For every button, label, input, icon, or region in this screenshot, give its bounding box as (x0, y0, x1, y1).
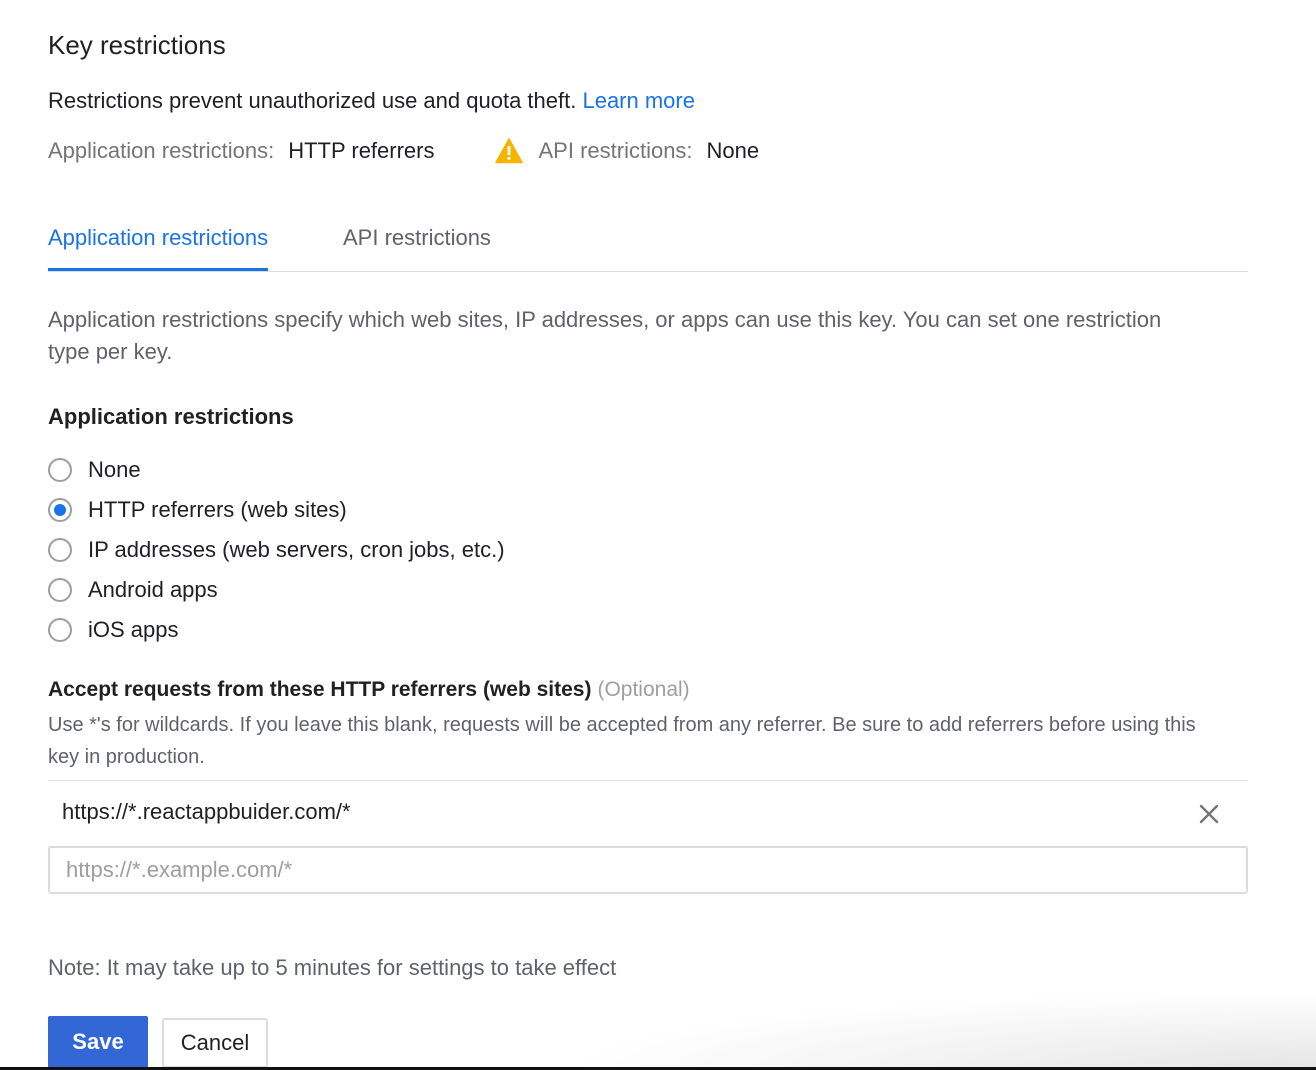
intro-description: Restrictions prevent unauthorized use an… (48, 88, 577, 113)
cancel-button[interactable]: Cancel (162, 1018, 268, 1068)
radio-label: iOS apps (88, 617, 179, 642)
referrers-heading: Accept requests from these HTTP referrer… (48, 678, 690, 702)
radio-button[interactable] (48, 458, 72, 482)
tab-api-restrictions[interactable]: API restrictions (343, 222, 491, 268)
radio-label: None (88, 457, 141, 482)
learn-more-link[interactable]: Learn more (582, 88, 695, 113)
save-button[interactable]: Save (48, 1016, 148, 1068)
settings-delay-note: Note: It may take up to 5 minutes for se… (48, 955, 617, 980)
radio-button[interactable] (48, 578, 72, 602)
referrer-input[interactable] (48, 846, 1248, 894)
referrers-heading-text: Accept requests from these HTTP referrer… (48, 678, 592, 701)
referrer-value: https://*.reactappbuider.com/* (62, 799, 351, 824)
radio-option-android-apps[interactable]: Android apps (48, 575, 218, 605)
radio-selected-dot (54, 504, 66, 516)
radio-button-selected[interactable] (48, 498, 72, 522)
app-restrictions-summary-label: Application restrictions: (48, 138, 275, 163)
radio-label: HTTP referrers (web sites) (88, 497, 347, 522)
api-restrictions-summary-value: None (706, 138, 760, 163)
radio-option-ip-addresses[interactable]: IP addresses (web servers, cron jobs, et… (48, 535, 505, 565)
warning-triangle-icon (494, 138, 523, 164)
optional-label: (Optional) (597, 678, 690, 701)
radio-option-ios-apps[interactable]: iOS apps (48, 615, 179, 645)
referrers-description: Use *'s for wildcards. If you leave this… (48, 714, 1196, 768)
referrer-list-item: https://*.reactappbuider.com/* (48, 780, 1248, 846)
radio-option-http-referrers[interactable]: HTTP referrers (web sites) (48, 495, 347, 525)
key-restrictions-page: Key restrictions Restrictions prevent un… (0, 0, 1316, 1070)
app-restrictions-summary-value: HTTP referrers (288, 138, 435, 163)
restriction-tabs: Application restrictions API restriction… (48, 222, 1248, 272)
radio-option-none[interactable]: None (48, 455, 141, 485)
api-restrictions-summary-label: API restrictions: (538, 138, 693, 163)
close-icon[interactable] (1198, 803, 1220, 825)
application-restrictions-description: Application restrictions specify which w… (48, 307, 1162, 364)
window-shadow (560, 990, 1316, 1070)
application-restrictions-heading: Application restrictions (48, 404, 294, 429)
intro-text: Restrictions prevent unauthorized use an… (48, 88, 695, 114)
radio-button[interactable] (48, 618, 72, 642)
page-title: Key restrictions (48, 30, 226, 60)
radio-button[interactable] (48, 538, 72, 562)
radio-label: IP addresses (web servers, cron jobs, et… (88, 537, 505, 562)
radio-label: Android apps (88, 577, 218, 602)
restrictions-summary: Application restrictions: HTTP referrers… (48, 136, 759, 166)
tab-application-restrictions[interactable]: Application restrictions (48, 222, 269, 271)
